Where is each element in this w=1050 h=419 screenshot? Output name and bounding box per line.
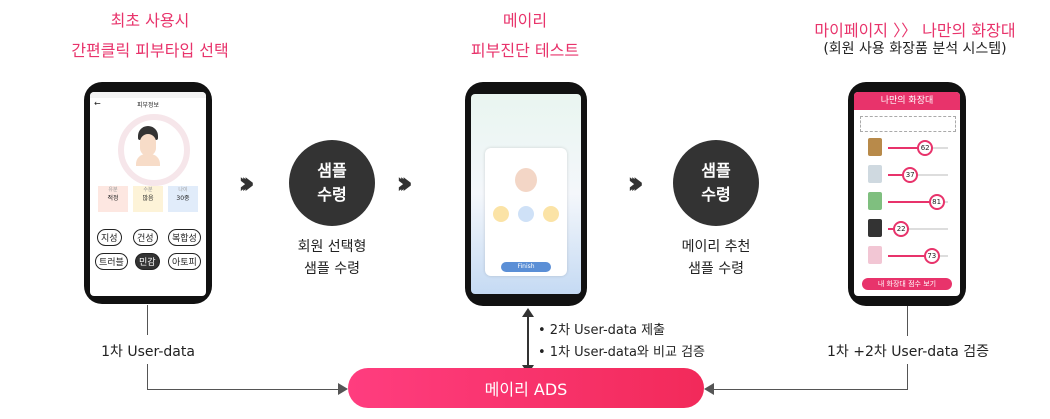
info-label-moisture: 수분: [143, 187, 153, 193]
score-value: 37: [902, 167, 919, 183]
right-subtitle: (회원 사용 화장품 분석 시스템): [823, 41, 1007, 57]
vanity-score-button[interactable]: 내 화장대 점수 보기: [862, 278, 952, 290]
arrow-right-icon: [338, 383, 348, 395]
middle-phone-screen: Finish: [471, 94, 581, 294]
product-thumbnail: [868, 138, 882, 156]
vanity-header: 나만의 화장대: [854, 92, 960, 110]
left-phone-screen: ← 피부정보 유분 적정 수분 많음 나이 30중 지성 건성 복합성 트러블: [90, 92, 206, 296]
chevron-right-icon-3: ›››: [627, 166, 644, 201]
circle2-line1: 샘플: [701, 161, 731, 180]
skin-type-sensitive[interactable]: 민감: [135, 253, 160, 270]
info-cards: 유분 적정 수분 많음 나이 30중: [98, 186, 198, 214]
chevron-right-icon-2: ›››: [396, 166, 413, 201]
left-title: 최초 사용시 간편클릭 피부타입 선택: [40, 6, 260, 66]
info-value-age: 30중: [176, 195, 190, 202]
step2-caption-line2: 샘플 수령: [688, 261, 744, 277]
score-row: 81: [868, 192, 950, 212]
score-value: 81: [928, 194, 945, 210]
face-illustration: [134, 126, 162, 166]
avatar: [515, 168, 537, 192]
middle-title: 메이리 피부진단 테스트: [430, 6, 620, 66]
right-phone-screen: 나만의 화장대 62 37 81 22 73 내 화장대 점수 보기: [854, 92, 960, 296]
middle-phone: Finish: [465, 82, 587, 306]
left-phone: ← 피부정보 유분 적정 수분 많음 나이 30중 지성 건성 복합성 트러블: [84, 82, 212, 304]
right-connector-top: [907, 306, 908, 336]
note-line2: • 1차 User-data와 비교 검증: [538, 345, 706, 360]
middle-title-line1: 메이리: [502, 11, 548, 30]
info-value-oil: 적정: [107, 195, 119, 202]
info-value-moisture: 많음: [142, 195, 154, 202]
circle1-line2: 수령: [317, 185, 347, 204]
middle-notes: • 2차 User-data 제출 • 1차 User-data와 비교 검증: [538, 320, 758, 364]
left-connector-top: [147, 305, 148, 335]
skin-type-trouble[interactable]: 트러블: [95, 253, 128, 270]
step2-caption-line1: 메이리 추천: [681, 239, 751, 255]
score-value: 22: [893, 221, 910, 237]
score-row: 22: [868, 219, 950, 239]
step2-caption: 메이리 추천 샘플 수령: [646, 236, 786, 280]
right-connector-bottom: [907, 364, 908, 390]
sample-receive-circle-2: 샘플 수령: [673, 140, 759, 226]
circle2-line2: 수령: [701, 185, 731, 204]
step1-caption-line1: 회원 선택형: [297, 239, 367, 255]
option-icons: [493, 206, 559, 224]
step1-caption: 회원 선택형 샘플 수령: [262, 236, 402, 280]
skin-type-combination[interactable]: 복합성: [168, 229, 201, 246]
product-thumbnail: [868, 192, 882, 210]
circle1-line1: 샘플: [317, 161, 347, 180]
info-label-oil: 유분: [108, 187, 118, 193]
score-row: 37: [868, 165, 950, 185]
skin-type-dry[interactable]: 건성: [133, 229, 158, 246]
finish-button[interactable]: Finish: [501, 262, 551, 272]
right-connector-horizontal: [712, 389, 908, 390]
left-connector-horizontal: [147, 389, 341, 390]
meiri-ads-banner[interactable]: 메이리 ADS: [348, 368, 704, 408]
right-caption: 1차 +2차 User-data 검증: [826, 344, 990, 360]
vertical-double-arrow: [522, 308, 534, 374]
left-title-line2: 간편클릭 피부타입 선택: [71, 41, 229, 60]
left-connector-bottom: [147, 364, 148, 390]
product-entry-box: [860, 116, 956, 132]
product-thumbnail: [868, 165, 882, 183]
note-line1: • 2차 User-data 제출: [538, 323, 665, 338]
score-value: 73: [923, 248, 940, 264]
left-title-line1: 최초 사용시: [110, 11, 190, 30]
right-phone: 나만의 화장대 62 37 81 22 73 내 화장대 점수 보기: [848, 82, 966, 306]
sample-receive-circle-1: 샘플 수령: [289, 140, 375, 226]
arrow-left-icon: [704, 383, 714, 395]
middle-title-line2: 피부진단 테스트: [470, 41, 580, 60]
score-value: 62: [917, 140, 934, 156]
step1-caption-line2: 샘플 수령: [304, 261, 360, 277]
product-thumbnail: [868, 219, 882, 237]
product-thumbnail: [868, 246, 882, 264]
score-row: 73: [868, 246, 950, 266]
chevron-right-icon: ›››: [238, 166, 255, 201]
status-bar: [90, 92, 206, 98]
skin-info-header: 피부정보: [136, 102, 160, 109]
left-caption: 1차 User-data: [101, 344, 195, 360]
skin-type-oily[interactable]: 지성: [97, 229, 122, 246]
score-row: 62: [868, 138, 950, 158]
skin-type-atopy[interactable]: 아토피: [168, 253, 201, 270]
info-label-age: 나이: [178, 187, 188, 193]
